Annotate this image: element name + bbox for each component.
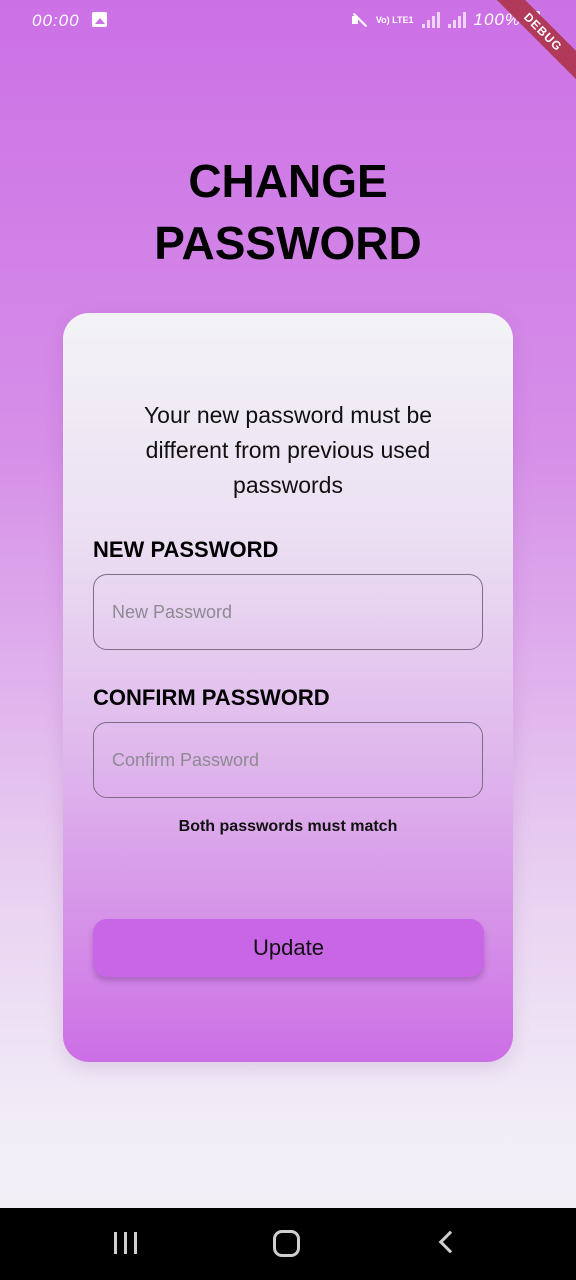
new-password-input[interactable] bbox=[93, 574, 483, 650]
confirm-password-label: CONFIRM PASSWORD bbox=[93, 685, 330, 710]
home-icon[interactable] bbox=[273, 1230, 300, 1257]
mute-icon bbox=[350, 11, 368, 29]
debug-banner: DEBUG bbox=[476, 0, 576, 100]
recents-icon[interactable] bbox=[114, 1232, 138, 1254]
confirm-password-input[interactable] bbox=[93, 722, 483, 798]
back-icon[interactable] bbox=[438, 1230, 462, 1254]
debug-ribbon-label: DEBUG bbox=[489, 0, 576, 86]
image-icon bbox=[92, 12, 107, 27]
system-nav-bar bbox=[0, 1208, 576, 1280]
password-match-hint: Both passwords must match bbox=[178, 818, 398, 835]
change-password-card: Your new password must be different from… bbox=[63, 313, 513, 1062]
page-title-text: CHANGE PASSWORD bbox=[154, 155, 422, 269]
network-label: Vo) LTE1 bbox=[375, 14, 414, 25]
page-title: CHANGE PASSWORD bbox=[0, 150, 576, 274]
signal-icon bbox=[447, 12, 466, 28]
status-time: 00:00 bbox=[32, 11, 80, 30]
signal-icon bbox=[421, 12, 440, 28]
card-subtitle: Your new password must be different from… bbox=[63, 398, 513, 503]
new-password-label: NEW PASSWORD bbox=[93, 537, 279, 562]
subtitle-text: Your new password must be different from… bbox=[143, 402, 433, 498]
update-button[interactable]: Update bbox=[93, 919, 484, 977]
